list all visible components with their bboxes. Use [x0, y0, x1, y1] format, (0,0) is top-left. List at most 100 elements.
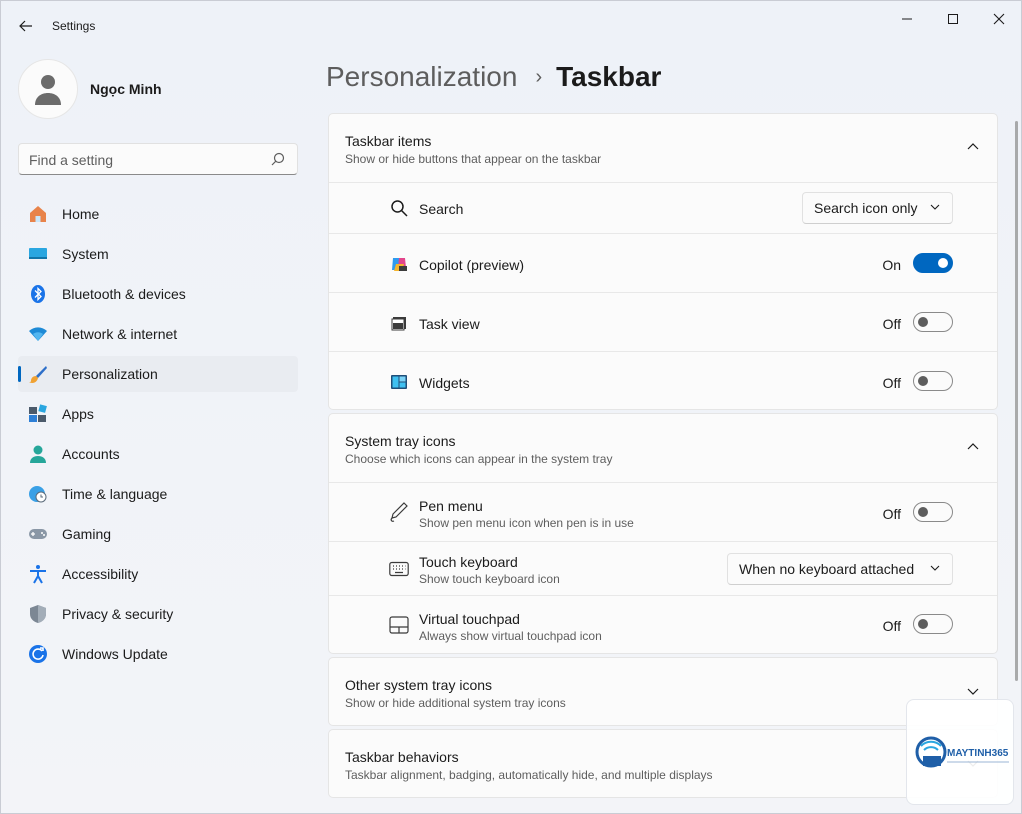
toggle-state-label: Off	[882, 316, 901, 332]
setting-description: Always show virtual touchpad icon	[419, 629, 602, 643]
search-icon	[389, 198, 409, 218]
account-icon	[28, 444, 48, 464]
widgets-toggle[interactable]	[913, 371, 953, 391]
update-icon	[28, 644, 48, 664]
active-indicator	[18, 366, 21, 382]
widgets-icon	[389, 372, 409, 392]
system-icon	[28, 244, 48, 264]
maximize-icon	[948, 14, 958, 24]
settings-window: Settings Ngọc Minh Home System	[0, 0, 1022, 814]
setting-row-pen-menu: Pen menu Show pen menu icon when pen is …	[329, 482, 997, 541]
sidebar-item-label: Home	[62, 206, 100, 222]
globe-clock-icon	[28, 484, 48, 504]
sidebar-item-label: System	[62, 246, 109, 262]
search-input[interactable]	[29, 150, 259, 170]
other-tray-icons-section[interactable]: Other system tray icons Show or hide add…	[328, 657, 998, 726]
close-button[interactable]	[979, 5, 1019, 33]
toggle-knob	[918, 376, 928, 386]
task-view-toggle[interactable]	[913, 312, 953, 332]
sidebar-item-windows-update[interactable]: Windows Update	[18, 636, 298, 672]
chevron-up-icon[interactable]	[967, 442, 979, 450]
section-description: Choose which icons can appear in the sys…	[345, 452, 613, 466]
sidebar-item-label: Accounts	[62, 446, 120, 462]
sidebar-item-label: Apps	[62, 406, 94, 422]
breadcrumb: Personalization › Taskbar	[326, 61, 661, 93]
section-description: Show or hide buttons that appear on the …	[345, 152, 602, 166]
person-icon	[35, 75, 61, 105]
section-title: Other system tray icons	[345, 677, 493, 693]
setting-row-touch-keyboard: Touch keyboard Show touch keyboard icon …	[329, 541, 997, 595]
pen-icon	[389, 502, 409, 522]
minimize-button[interactable]	[887, 5, 927, 33]
setting-label: Virtual touchpad	[419, 611, 520, 627]
copilot-icon	[389, 254, 409, 274]
chevron-down-icon[interactable]	[967, 688, 979, 696]
sidebar-item-apps[interactable]: Apps	[18, 396, 298, 432]
setting-row-search: Search Search icon only	[329, 182, 997, 233]
toggle-knob	[938, 258, 948, 268]
toggle-knob	[918, 507, 928, 517]
search-box[interactable]	[18, 143, 298, 175]
brush-icon	[28, 364, 48, 384]
toggle-state-label: Off	[882, 375, 901, 391]
gamepad-icon	[28, 524, 48, 544]
sidebar-item-label: Windows Update	[62, 646, 168, 662]
sidebar-item-home[interactable]: Home	[18, 196, 298, 232]
taskbar-items-header[interactable]: Taskbar items Show or hide buttons that …	[329, 114, 997, 182]
breadcrumb-parent[interactable]: Personalization	[326, 61, 517, 93]
sidebar-item-accessibility[interactable]: Accessibility	[18, 556, 298, 592]
touchpad-icon	[389, 615, 409, 635]
wifi-icon	[28, 324, 48, 344]
setting-label: Task view	[419, 316, 480, 332]
toggle-knob	[918, 619, 928, 629]
sidebar-item-time-language[interactable]: Time & language	[18, 476, 298, 512]
minimize-icon	[902, 18, 912, 20]
section-description: Taskbar alignment, badging, automaticall…	[345, 768, 713, 782]
sidebar-item-network[interactable]: Network & internet	[18, 316, 298, 352]
section-title: Taskbar behaviors	[345, 749, 459, 765]
pen-menu-toggle[interactable]	[913, 502, 953, 522]
setting-description: Show pen menu icon when pen is in use	[419, 516, 634, 530]
setting-label: Pen menu	[419, 498, 483, 514]
user-profile[interactable]: Ngọc Minh	[18, 59, 162, 119]
search-icon[interactable]	[271, 152, 285, 166]
toggle-state-label: Off	[882, 506, 901, 522]
sidebar-item-accounts[interactable]: Accounts	[18, 436, 298, 472]
setting-label: Search	[419, 201, 464, 217]
toggle-state-label: On	[882, 257, 901, 273]
user-name: Ngọc Minh	[90, 81, 162, 97]
virtual-touchpad-toggle[interactable]	[913, 614, 953, 634]
search-mode-dropdown[interactable]: Search icon only	[802, 192, 953, 224]
maximize-button[interactable]	[933, 5, 973, 33]
title-bar: Settings	[1, 1, 1021, 49]
setting-row-virtual-touchpad: Virtual touchpad Always show virtual tou…	[329, 595, 997, 654]
sidebar-item-privacy[interactable]: Privacy & security	[18, 596, 298, 632]
sidebar-item-label: Bluetooth & devices	[62, 286, 186, 302]
system-tray-header[interactable]: System tray icons Choose which icons can…	[329, 414, 997, 482]
sidebar-item-personalization[interactable]: Personalization	[18, 356, 298, 392]
close-icon	[993, 13, 1005, 25]
avatar	[18, 59, 78, 119]
scrollbar[interactable]	[1015, 121, 1018, 681]
taskbar-behaviors-section[interactable]: Taskbar behaviors Taskbar alignment, bad…	[328, 729, 998, 798]
setting-label: Widgets	[419, 375, 470, 391]
section-title: System tray icons	[345, 433, 456, 449]
sidebar-item-system[interactable]: System	[18, 236, 298, 272]
dropdown-value: Search icon only	[814, 200, 918, 216]
section-title: Taskbar items	[345, 133, 432, 149]
system-tray-section: System tray icons Choose which icons can…	[328, 413, 998, 654]
toggle-knob	[918, 317, 928, 327]
copilot-toggle[interactable]	[913, 253, 953, 273]
chevron-down-icon	[930, 204, 940, 210]
back-button[interactable]	[11, 11, 41, 41]
setting-description: Show touch keyboard icon	[419, 572, 560, 586]
touch-keyboard-dropdown[interactable]: When no keyboard attached	[727, 553, 953, 585]
home-icon	[28, 204, 48, 224]
keyboard-icon	[389, 559, 409, 579]
setting-label: Copilot (preview)	[419, 257, 525, 273]
sidebar-item-gaming[interactable]: Gaming	[18, 516, 298, 552]
chevron-up-icon[interactable]	[967, 142, 979, 150]
sidebar-item-bluetooth[interactable]: Bluetooth & devices	[18, 276, 298, 312]
watermark-brand: MAYTINH365	[947, 748, 1009, 759]
task-view-icon	[389, 313, 409, 333]
